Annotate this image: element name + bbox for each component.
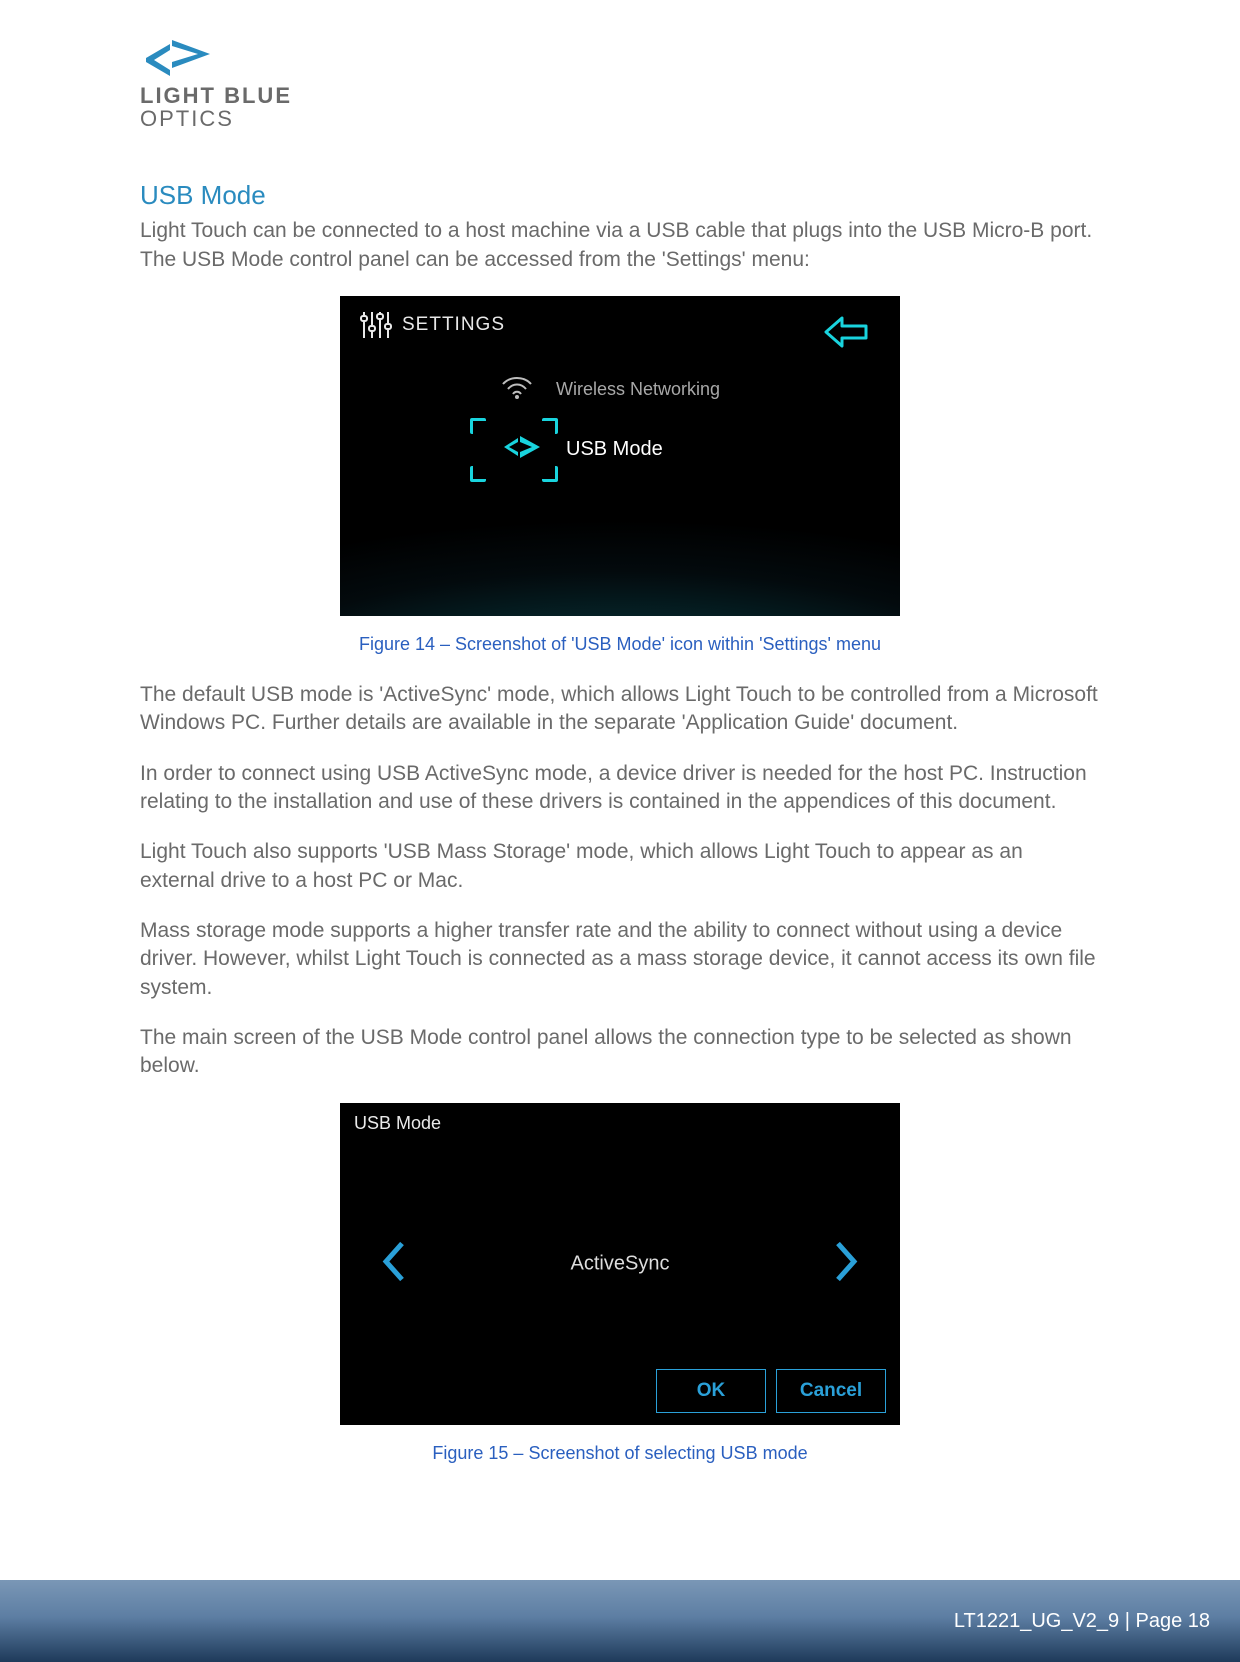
settings-title: SETTINGS [402,314,505,336]
body-paragraph: Light Touch also supports 'USB Mass Stor… [140,838,1100,895]
back-arrow-icon[interactable] [822,312,874,357]
logo-mark-icon [140,30,1100,78]
menu-item-usb-mode[interactable]: USB Mode [500,430,663,470]
sliders-icon [358,310,392,340]
body-paragraph: In order to connect using USB ActiveSync… [140,760,1100,817]
cancel-button[interactable]: Cancel [776,1369,886,1413]
selected-mode-label: ActiveSync [571,1252,670,1275]
menu-item-wireless[interactable]: Wireless Networking [500,374,720,405]
ok-button[interactable]: OK [656,1369,766,1413]
logo-text: LIGHT BLUE OPTICS [140,84,1100,130]
menu-item-label: USB Mode [566,438,663,461]
wifi-icon [500,374,534,405]
screenshot-usb-mode-selector: USB Mode ActiveSync OK Cancel [340,1103,900,1425]
section-heading: USB Mode [140,180,1100,211]
company-logo: LIGHT BLUE OPTICS [140,30,1100,130]
figure-caption: Figure 15 – Screenshot of selecting USB … [140,1443,1100,1464]
panel-title: USB Mode [354,1113,441,1134]
body-paragraph: The main screen of the USB Mode control … [140,1024,1100,1081]
body-paragraph: Mass storage mode supports a higher tran… [140,917,1100,1002]
body-paragraph: Light Touch can be connected to a host m… [140,217,1100,274]
footer-text: LT1221_UG_V2_9 | Page 18 [954,1610,1210,1633]
figure-caption: Figure 14 – Screenshot of 'USB Mode' ico… [140,634,1100,655]
page-footer: LT1221_UG_V2_9 | Page 18 [0,1580,1240,1662]
play-icon [500,430,544,470]
menu-item-label: Wireless Networking [556,379,720,400]
chevron-left-icon[interactable] [378,1237,408,1290]
chevron-right-icon[interactable] [832,1237,862,1290]
body-paragraph: The default USB mode is 'ActiveSync' mod… [140,681,1100,738]
screenshot-settings-menu: SETTINGS Wi [340,296,900,616]
